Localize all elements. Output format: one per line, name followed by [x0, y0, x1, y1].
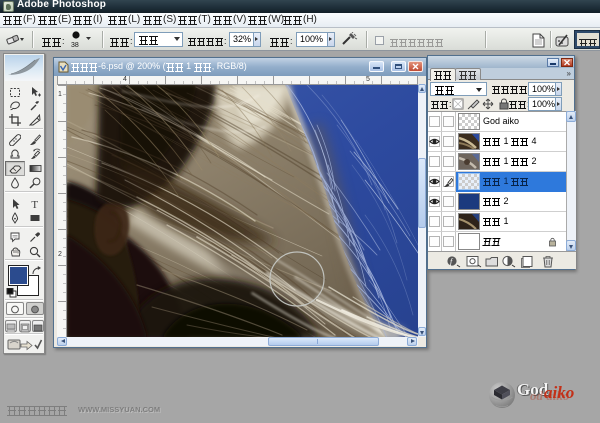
svg-text:T: T [31, 199, 38, 210]
svg-text:38: 38 [71, 42, 79, 49]
